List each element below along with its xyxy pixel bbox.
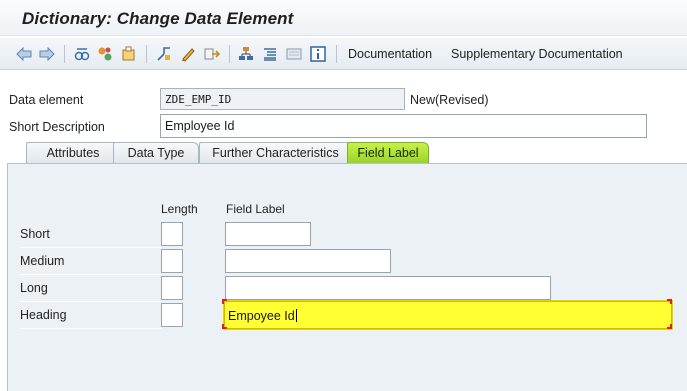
data-element-label: Data element <box>9 93 84 107</box>
row-label-heading: Heading <box>20 302 162 329</box>
back-arrow-icon[interactable] <box>16 46 32 62</box>
short-description-input[interactable]: Employee Id <box>160 114 647 138</box>
row-label-long: Long <box>20 275 162 302</box>
heading-label-text: Empoyee Id <box>228 309 295 323</box>
where-used-icon[interactable] <box>156 46 172 62</box>
field-label-column-header: Field Label <box>226 202 285 216</box>
medium-length-input[interactable] <box>161 249 183 273</box>
tab-further-characteristics[interactable]: Further Characteristics <box>199 142 352 163</box>
data-element-field: ZDE_EMP_ID <box>160 88 405 110</box>
application-toolbar: Documentation Supplementary Documentatio… <box>0 38 687 70</box>
screen-icon[interactable] <box>286 46 302 62</box>
edit-object-icon[interactable] <box>180 46 196 62</box>
focus-corner-marker <box>222 324 227 329</box>
field-label-panel: Length Field Label Short Medium Long Hea… <box>7 163 687 391</box>
row-label-short: Short <box>20 221 162 248</box>
hierarchy-icon[interactable] <box>238 46 254 62</box>
status-text: New(Revised) <box>410 93 489 107</box>
short-length-input[interactable] <box>161 222 183 246</box>
focus-corner-marker <box>667 324 672 329</box>
toolbar-separator <box>336 45 337 63</box>
tab-field-label[interactable]: Field Label <box>347 142 429 163</box>
documentation-button[interactable]: Documentation <box>348 47 432 61</box>
display-change-icon[interactable] <box>97 46 113 62</box>
indent-icon[interactable] <box>262 46 278 62</box>
heading-label-input[interactable]: Empoyee Id <box>224 301 672 329</box>
toolbar-separator <box>64 45 65 63</box>
info-icon[interactable] <box>310 46 326 62</box>
toolbar-separator <box>146 45 147 63</box>
activate-icon[interactable] <box>121 46 137 62</box>
long-label-input[interactable] <box>225 276 551 300</box>
supplementary-documentation-button[interactable]: Supplementary Documentation <box>451 47 623 61</box>
long-length-input[interactable] <box>161 276 183 300</box>
short-description-label: Short Description <box>9 120 105 134</box>
length-column-header: Length <box>161 202 198 216</box>
navigate-icon[interactable] <box>204 46 220 62</box>
row-label-medium: Medium <box>20 248 162 275</box>
medium-label-input[interactable] <box>225 249 391 273</box>
heading-length-input[interactable] <box>161 303 183 327</box>
tab-data-type[interactable]: Data Type <box>113 142 199 163</box>
tab-attributes[interactable]: Attributes <box>26 142 120 163</box>
text-cursor <box>295 309 297 322</box>
focus-corner-marker <box>667 299 672 304</box>
title-bar: Dictionary: Change Data Element <box>0 0 687 36</box>
forward-arrow-icon[interactable] <box>39 46 55 62</box>
toolbar-separator <box>229 45 230 63</box>
other-object-icon[interactable] <box>74 46 90 62</box>
focus-corner-marker <box>222 299 227 304</box>
window-title: Dictionary: Change Data Element <box>22 9 294 28</box>
short-label-input[interactable] <box>225 222 311 246</box>
